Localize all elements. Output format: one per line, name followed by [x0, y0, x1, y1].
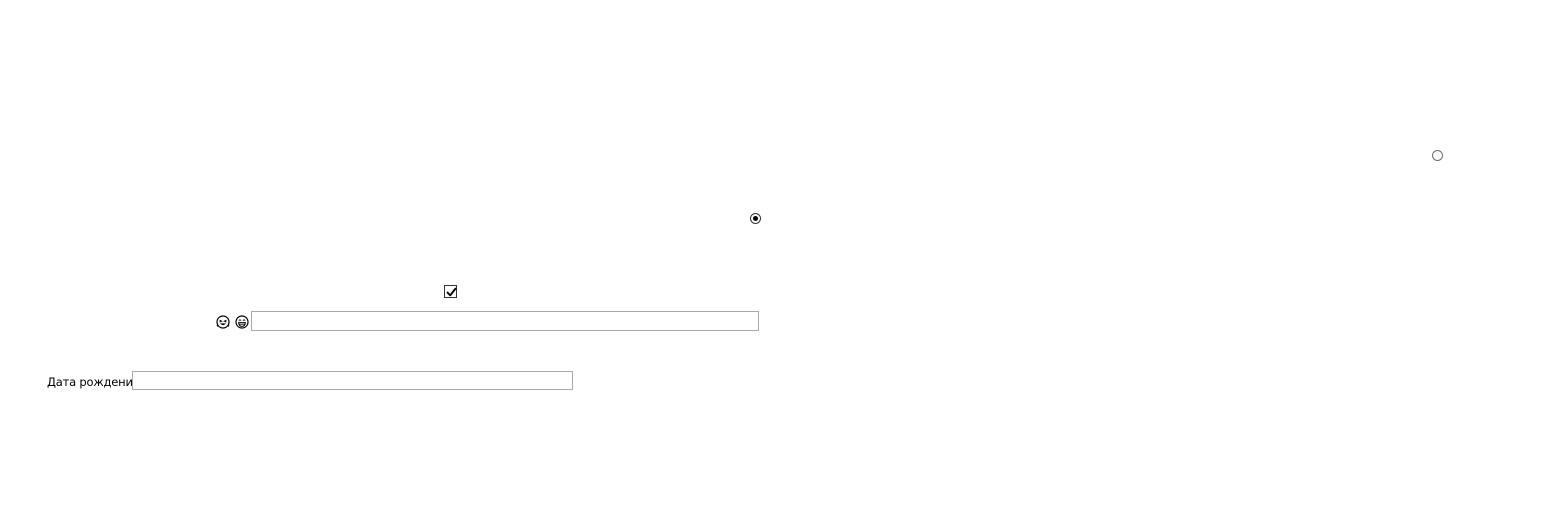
grinning-face-icon — [235, 315, 249, 329]
checkmark-icon — [446, 287, 457, 297]
radio-option-unchecked[interactable] — [1432, 150, 1443, 161]
birthdate-label: Дата рождения — [47, 375, 140, 389]
radio-option-checked[interactable] — [750, 213, 761, 224]
radio-selected-dot — [753, 216, 758, 221]
rofl-face-icon — [216, 315, 230, 329]
emoji-text-input[interactable] — [251, 311, 759, 331]
checkbox[interactable] — [444, 285, 457, 298]
birthdate-input[interactable] — [132, 371, 573, 390]
